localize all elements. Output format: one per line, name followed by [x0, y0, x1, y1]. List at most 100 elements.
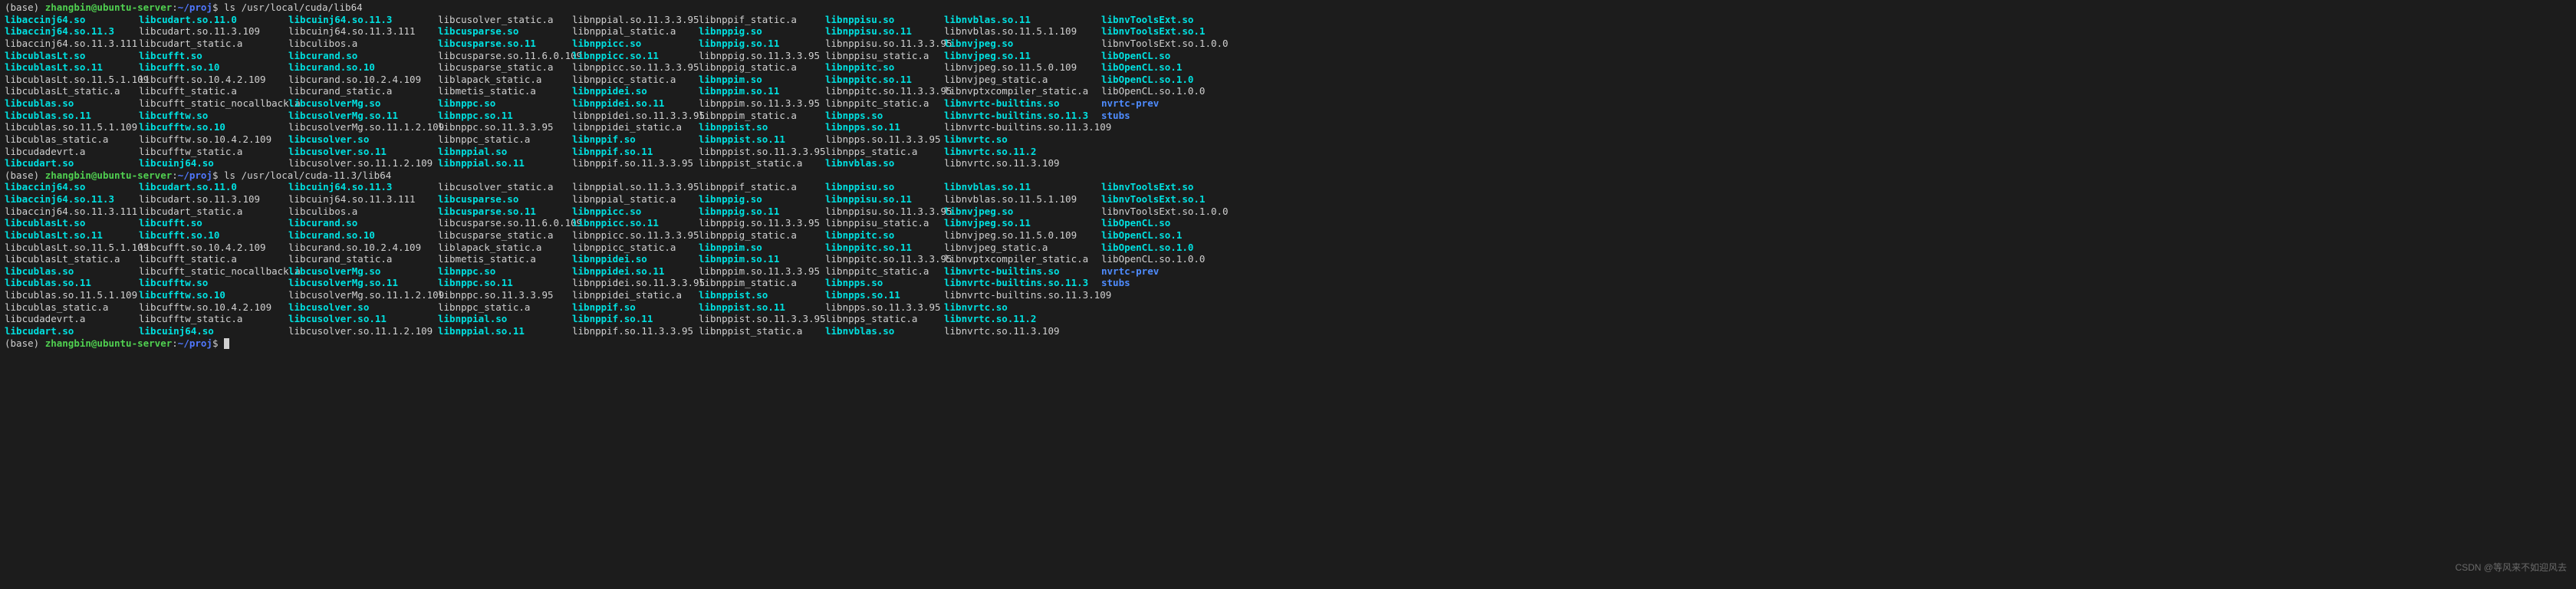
- file-entry: libnppif.so.11: [572, 146, 699, 158]
- file-entry: libcublasLt.so.11.5.1.109: [5, 74, 139, 86]
- file-entry: libaccinj64.so.11.3: [5, 193, 139, 206]
- file-entry: libnvToolsExt.so: [1101, 14, 1224, 26]
- file-entry: libnvToolsExt.so.1: [1101, 193, 1224, 206]
- file-entry: libcurand_static.a: [288, 253, 438, 265]
- file-entry: libnppial.so.11.3.3.95: [572, 181, 699, 193]
- file-entry: libcufft.so.10: [139, 229, 288, 242]
- file-entry: libnpps.so: [825, 277, 944, 289]
- file-entry: libcuinj64.so.11.3.111: [288, 193, 438, 206]
- prompt-env: (base): [5, 2, 39, 13]
- file-entry: libnppial.so: [438, 313, 572, 325]
- file-entry: libcublas_static.a: [5, 301, 139, 314]
- file-entry: libnvrtc-builtins.so.11.3: [944, 277, 1101, 289]
- prompt-line[interactable]: (base) zhangbin@ubuntu-server:~/proj$: [5, 337, 2576, 350]
- file-entry: libnppisu_static.a: [825, 50, 944, 62]
- file-entry: libcufftw.so.10.4.2.109: [139, 133, 288, 146]
- file-entry: libcuinj64.so.11.3.111: [288, 25, 438, 38]
- file-entry: libnvrtc-builtins.so.11.3.109: [944, 289, 1101, 301]
- file-entry: libcublasLt_static.a: [5, 253, 139, 265]
- file-entry: libcusolver_static.a: [438, 181, 572, 193]
- watermark: CSDN @等风来不如迎风去: [2455, 562, 2567, 574]
- file-entry: libnppif.so.11: [572, 313, 699, 325]
- file-entry: libnvjpeg.so: [944, 206, 1101, 218]
- file-entry: libcurand.so.10: [288, 229, 438, 242]
- file-entry: libcufft.so: [139, 217, 288, 229]
- file-entry: stubs: [1101, 277, 1224, 289]
- file-entry: libcusolverMg.so.11.1.2.109: [288, 289, 438, 301]
- cursor[interactable]: [224, 338, 229, 349]
- file-entry: libcudart.so.11.0: [139, 14, 288, 26]
- file-entry: libnppig_static.a: [699, 229, 825, 242]
- file-entry: libcublasLt.so.11: [5, 61, 139, 74]
- file-entry: libnppif.so.11.3.3.95: [572, 157, 699, 169]
- file-entry: libnppig.so: [699, 193, 825, 206]
- file-entry: libcufft_static.a: [139, 253, 288, 265]
- file-entry: libculibos.a: [288, 38, 438, 50]
- file-entry: libaccinj64.so.11.3.111: [5, 206, 139, 218]
- file-entry: libnppim_static.a: [699, 277, 825, 289]
- file-entry: libcurand.so.10.2.4.109: [288, 242, 438, 254]
- file-entry: libcublas.so: [5, 97, 139, 110]
- file-entry: libOpenCL.so.1.0: [1101, 242, 1224, 254]
- file-entry: libnppial.so.11: [438, 325, 572, 337]
- file-entry: libnpps.so.11: [825, 289, 944, 301]
- file-entry: libnvjpeg.so.11.5.0.109: [944, 61, 1101, 74]
- file-entry: libnppicc_static.a: [572, 242, 699, 254]
- file-entry: libcufftw.so: [139, 277, 288, 289]
- file-entry: libnppitc.so: [825, 61, 944, 74]
- file-entry: libnppidei.so.11.3.3.95: [572, 110, 699, 122]
- file-entry: libnvrtc.so.11.3.109: [944, 157, 1101, 169]
- file-entry: libnppig.so.11: [699, 206, 825, 218]
- file-entry: libnvToolsExt.so.1.0.0: [1101, 38, 1224, 50]
- file-entry: libnppicc_static.a: [572, 74, 699, 86]
- file-entry: libnvjpeg.so.11: [944, 50, 1101, 62]
- file-entry: libcusolver_static.a: [438, 14, 572, 26]
- file-entry: libnppidei.so.11: [572, 97, 699, 110]
- file-entry: libcudadevrt.a: [5, 313, 139, 325]
- file-entry: libnppisu.so: [825, 14, 944, 26]
- file-entry: libnppitc_static.a: [825, 97, 944, 110]
- file-entry: libnppidei.so: [572, 253, 699, 265]
- file-entry: libnvrtc-builtins.so.11.3.109: [944, 121, 1101, 133]
- file-entry: libcublasLt.so: [5, 217, 139, 229]
- file-entry: libnppicc.so.11: [572, 217, 699, 229]
- prompt-userhost: zhangbin@ubuntu-server: [45, 2, 173, 13]
- ls-output-1: libaccinj64.solibcudart.so.11.0libcuinj6…: [5, 14, 2576, 169]
- file-entry: libcublas.so.11: [5, 110, 139, 122]
- file-entry: libcusolverMg.so.11: [288, 110, 438, 122]
- prompt-path: ~/proj: [178, 2, 212, 13]
- file-entry: [1101, 121, 1224, 133]
- file-entry: libmetis_static.a: [438, 85, 572, 97]
- file-entry: libnppisu.so.11.3.3.95: [825, 38, 944, 50]
- file-entry: libcurand.so.10: [288, 61, 438, 74]
- file-entry: libOpenCL.so.1.0.0: [1101, 253, 1224, 265]
- file-entry: [1101, 133, 1224, 146]
- file-entry: libnppial_static.a: [572, 193, 699, 206]
- file-entry: libcublasLt.so.11: [5, 229, 139, 242]
- file-entry: libnvToolsExt.so.1.0.0: [1101, 206, 1224, 218]
- file-entry: libcublas.so: [5, 265, 139, 278]
- file-entry: libnppitc_static.a: [825, 265, 944, 278]
- file-entry: libnppim.so.11.3.3.95: [699, 265, 825, 278]
- file-entry: libcublasLt.so: [5, 50, 139, 62]
- file-entry: libcurand.so: [288, 50, 438, 62]
- file-entry: libcublas.so.11.5.1.109: [5, 289, 139, 301]
- file-entry: libnvjpeg_static.a: [944, 74, 1101, 86]
- file-entry: libnppist.so: [699, 289, 825, 301]
- file-entry: libnppidei.so: [572, 85, 699, 97]
- file-entry: libnppisu.so.11.3.3.95: [825, 206, 944, 218]
- file-entry: libnvrtc.so.11.2: [944, 146, 1101, 158]
- file-entry: libnppist.so.11: [699, 133, 825, 146]
- file-entry: libnppidei.so.11: [572, 265, 699, 278]
- file-entry: libOpenCL.so: [1101, 50, 1224, 62]
- file-entry: libcufftw.so.10: [139, 289, 288, 301]
- file-entry: [1101, 325, 1224, 337]
- file-entry: libOpenCL.so.1: [1101, 61, 1224, 74]
- file-entry: libnppicc.so.11.3.3.95: [572, 61, 699, 74]
- prompt-line: (base) zhangbin@ubuntu-server:~/proj$ ls…: [5, 2, 2576, 14]
- file-entry: libOpenCL.so.1: [1101, 229, 1224, 242]
- file-entry: libcusparse.so: [438, 193, 572, 206]
- file-entry: libnppitc.so.11: [825, 242, 944, 254]
- file-entry: libcudart.so.11.3.109: [139, 25, 288, 38]
- file-entry: libnppc.so.11.3.3.95: [438, 289, 572, 301]
